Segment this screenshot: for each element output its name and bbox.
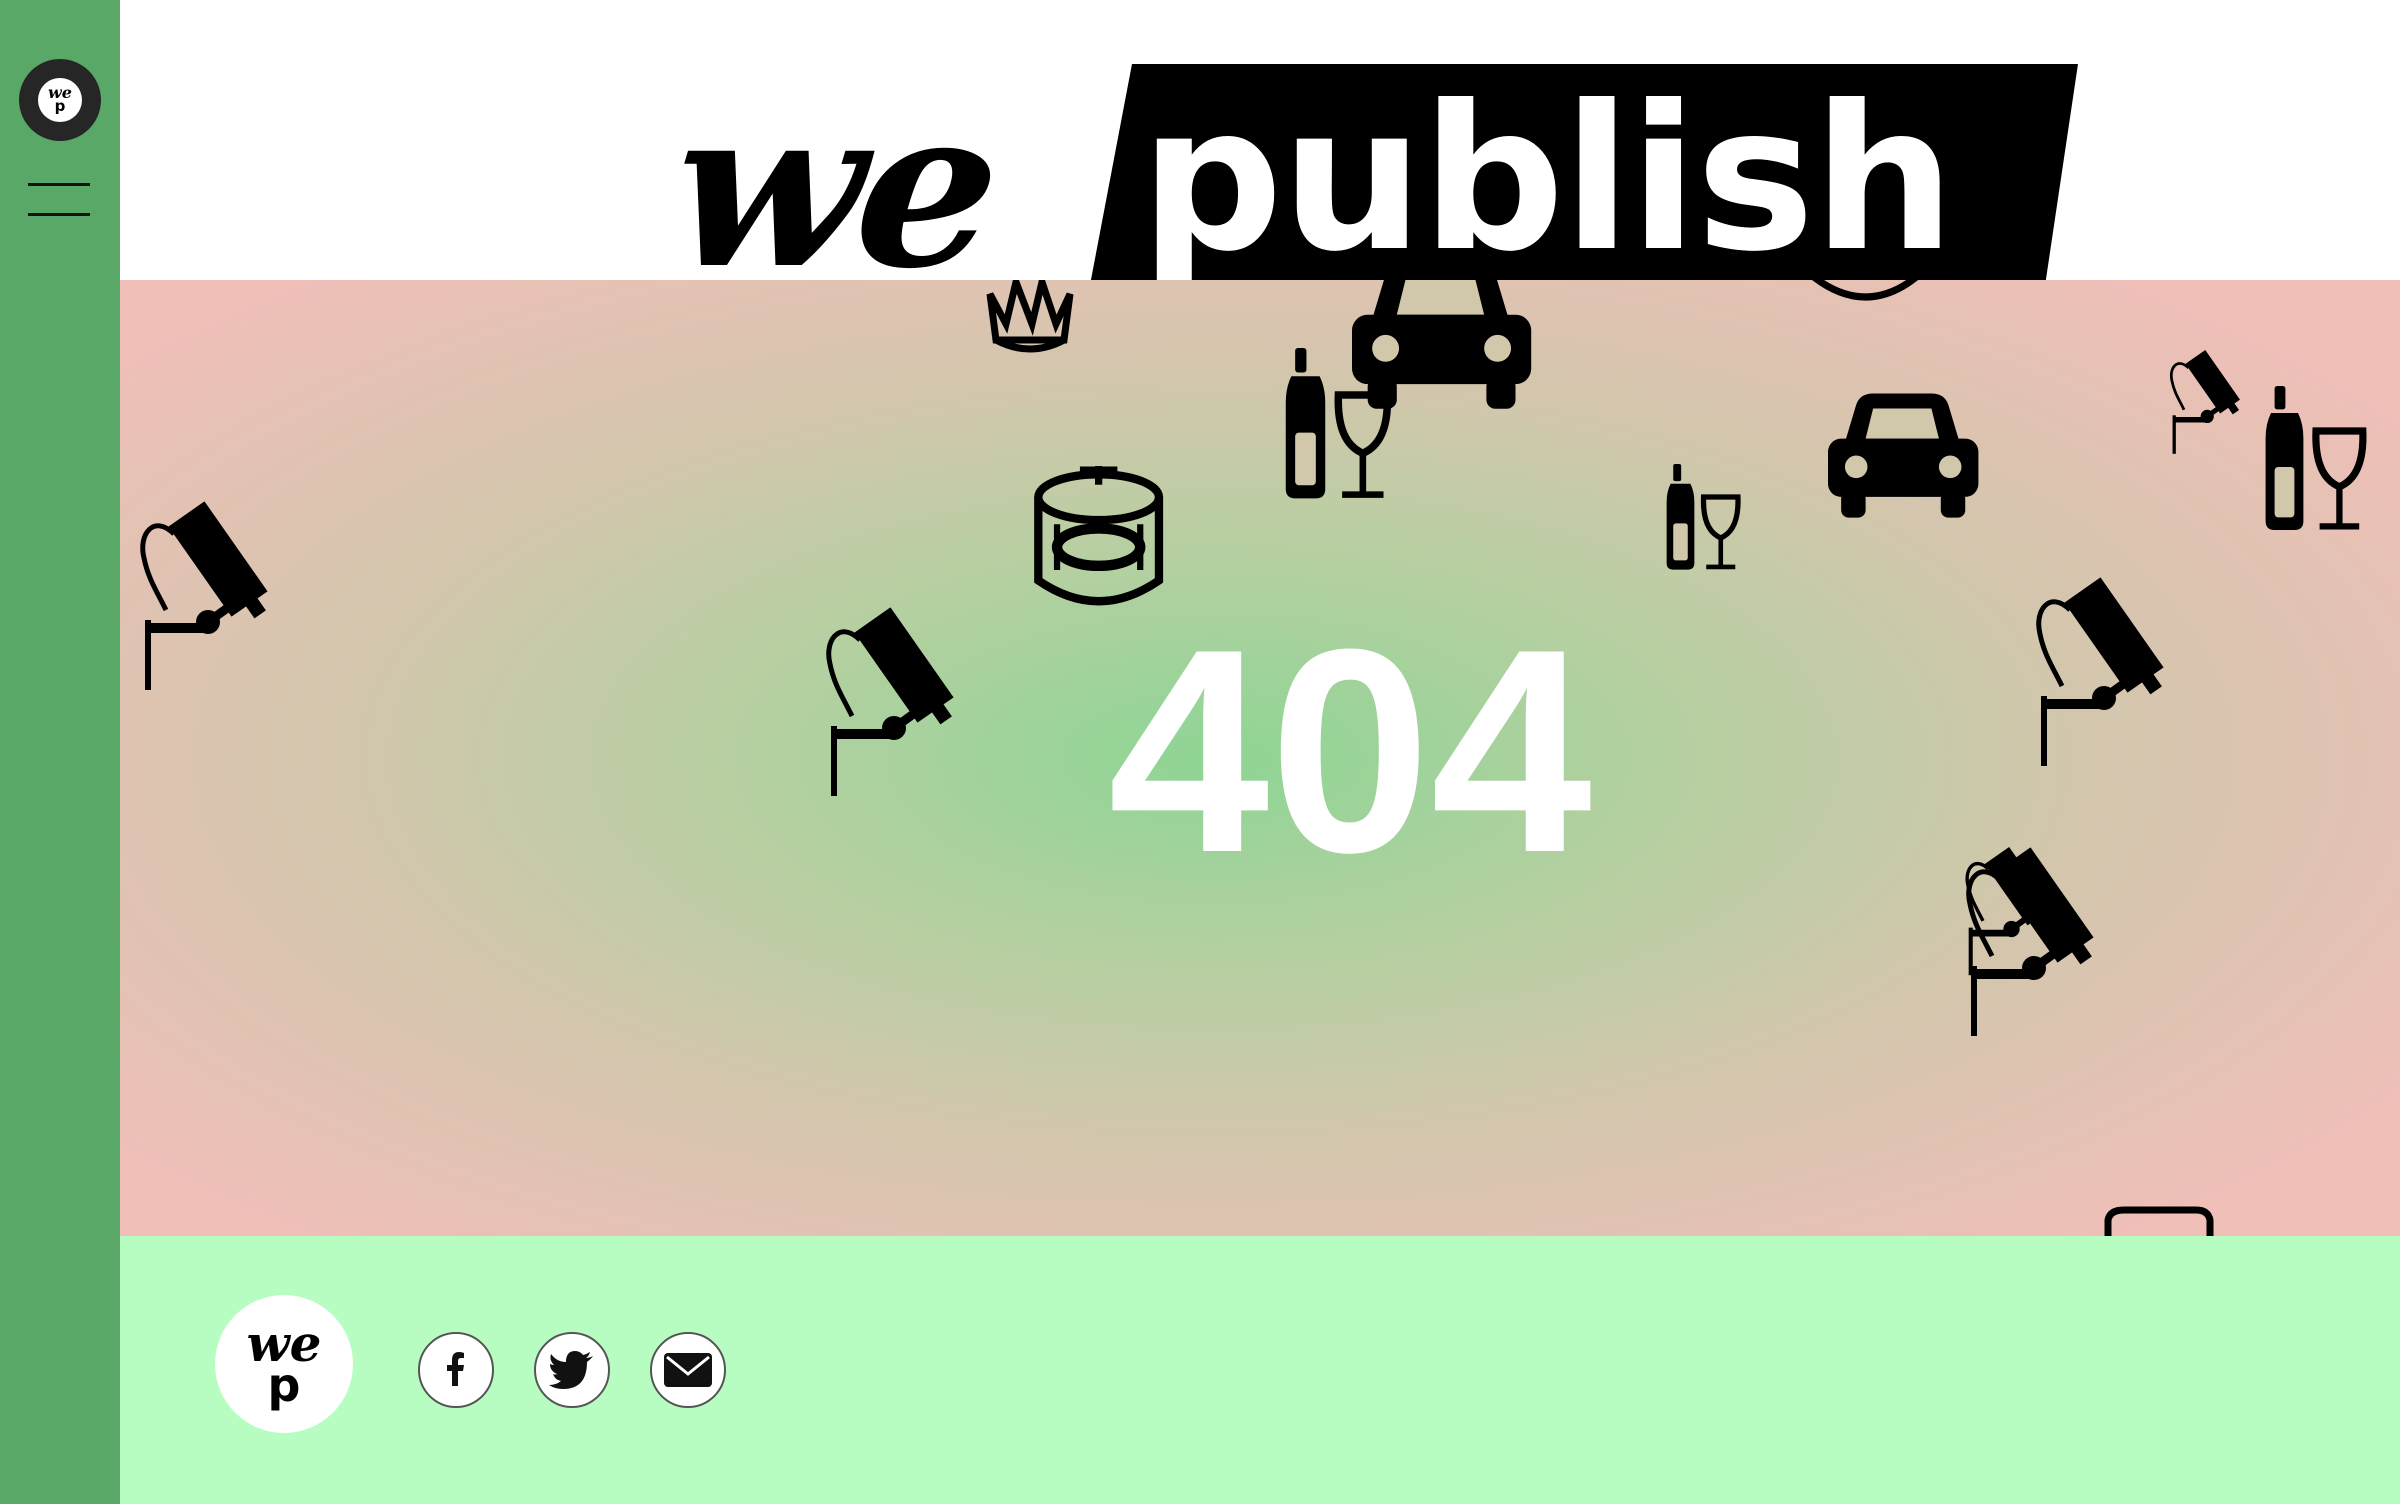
- error-code: 404: [1108, 589, 1592, 913]
- facebook-icon: [447, 1352, 464, 1386]
- twitter-icon: [549, 1351, 593, 1389]
- site-footer: we p: [120, 1236, 2400, 1504]
- footer-logo-p: p: [267, 1357, 301, 1412]
- sidebar-logo-badge: we p: [38, 78, 82, 122]
- surveillance-camera-icon: [829, 607, 954, 796]
- partial-icon: [1812, 280, 1919, 301]
- car-icon: [1828, 393, 1979, 518]
- surveillance-camera-icon: [143, 501, 268, 690]
- crown-icon: [990, 282, 1070, 349]
- mail-icon: [664, 1353, 712, 1387]
- mail-share-button[interactable]: [650, 1332, 726, 1408]
- car-icon: [1352, 280, 1532, 409]
- hamburger-icon-line: [28, 213, 90, 216]
- wordmark-we[interactable]: we: [661, 58, 1006, 317]
- site-header: we publish: [120, 0, 2400, 317]
- sidebar: we p: [0, 0, 120, 1504]
- wordmark-publish[interactable]: publish: [1140, 80, 1955, 280]
- wine-bottle-glass-icon: [1667, 464, 1738, 570]
- error-hero: 404: [120, 280, 2400, 1236]
- sidebar-logo-p: p: [54, 97, 66, 116]
- sidebar-logo[interactable]: we p: [19, 59, 101, 141]
- footer-logo[interactable]: we p: [215, 1295, 353, 1433]
- partial-icon: [2104, 1206, 2214, 1236]
- surveillance-camera-icon: [2039, 577, 2164, 766]
- surveillance-camera-icon: [2171, 350, 2240, 454]
- twitter-share-button[interactable]: [534, 1332, 610, 1408]
- stadium-icon: [1038, 466, 1159, 601]
- menu-button[interactable]: [28, 180, 92, 220]
- wine-bottle-glass-icon: [2266, 386, 2363, 530]
- facebook-share-button[interactable]: [418, 1332, 494, 1408]
- hamburger-icon-line: [28, 183, 90, 186]
- surveillance-camera-icon: [1969, 847, 2094, 1036]
